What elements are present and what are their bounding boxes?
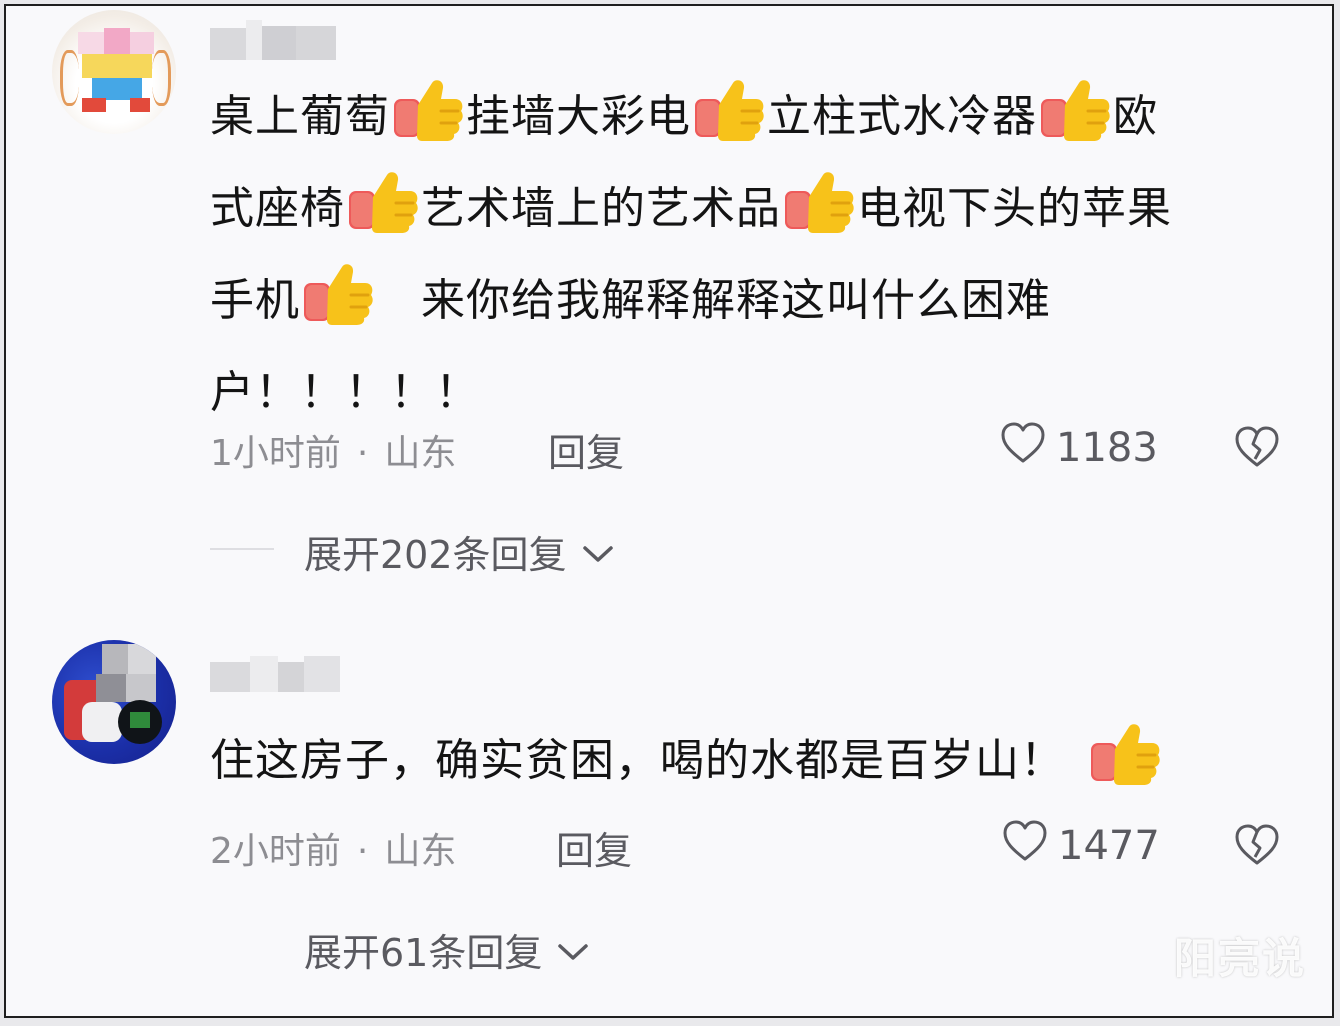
comment-location: 山东 <box>384 433 457 474</box>
chevron-down-icon <box>581 530 615 574</box>
watermark: 阳亮说 <box>1173 934 1306 983</box>
thumbs-up-icon <box>392 77 464 168</box>
broken-heart-icon <box>1234 426 1280 472</box>
comment-meta: 2小时前 · 山东 <box>210 822 456 874</box>
expand-replies-label: 展开202条回复 <box>304 533 567 577</box>
comment-text: 住这房子，确实贫困，喝的水都是百岁山！ <box>210 720 1163 812</box>
thumbs-up-icon <box>302 261 374 352</box>
chevron-down-icon <box>556 928 590 972</box>
expand-replies-button[interactable]: 展开61条回复 <box>304 922 590 977</box>
expand-replies-button[interactable]: 展开202条回复 <box>304 524 615 579</box>
comment-time: 2小时前 <box>210 831 341 872</box>
dislike-button[interactable] <box>1234 426 1280 472</box>
thumbs-up-icon <box>1089 721 1161 812</box>
thumbs-up-icon <box>783 169 855 260</box>
like-button[interactable]: 1477 <box>1002 820 1160 872</box>
separator-dot: · <box>356 433 369 474</box>
username-blurred[interactable] <box>210 20 340 60</box>
broken-heart-icon <box>1234 824 1280 870</box>
comment-text: 桌上葡萄 挂墙大彩电 立柱式水冷器欧 式座椅 艺术墙上的艺术品 电视下头的苹果 手机 来… <box>210 76 1172 434</box>
thumbs-up-icon <box>693 77 765 168</box>
avatar[interactable] <box>52 640 176 764</box>
heart-outline-icon <box>1002 820 1048 872</box>
like-count: 1477 <box>1058 823 1160 869</box>
heart-outline-icon <box>1000 422 1046 474</box>
like-count: 1183 <box>1056 425 1158 471</box>
comment-line: 手机 来你给我解释解释这叫什么困难 <box>210 260 1172 352</box>
comment-time: 1小时前 <box>210 433 341 474</box>
comment-line: 式座椅 艺术墙上的艺术品 电视下头的苹果 <box>210 168 1172 260</box>
comment-list: 桌上葡萄 挂墙大彩电 立柱式水冷器欧 式座椅 艺术墙上的艺术品 电视下头的苹果 手机 来… <box>4 4 1334 1018</box>
comment-meta: 1小时前 · 山东 <box>210 424 456 476</box>
reply-button[interactable]: 回复 <box>548 422 624 477</box>
thumbs-up-icon <box>347 169 419 260</box>
reply-button[interactable]: 回复 <box>556 820 632 875</box>
avatar[interactable] <box>52 10 176 134</box>
expand-replies-label: 展开61条回复 <box>304 931 543 975</box>
thumbs-up-icon <box>1039 77 1111 168</box>
divider <box>210 548 274 550</box>
like-button[interactable]: 1183 <box>1000 422 1158 474</box>
comment-line: 桌上葡萄 挂墙大彩电 立柱式水冷器欧 <box>210 76 1172 168</box>
separator-dot: · <box>356 831 369 872</box>
comment-location: 山东 <box>384 831 457 872</box>
dislike-button[interactable] <box>1234 824 1280 870</box>
username-blurred[interactable] <box>210 656 340 696</box>
